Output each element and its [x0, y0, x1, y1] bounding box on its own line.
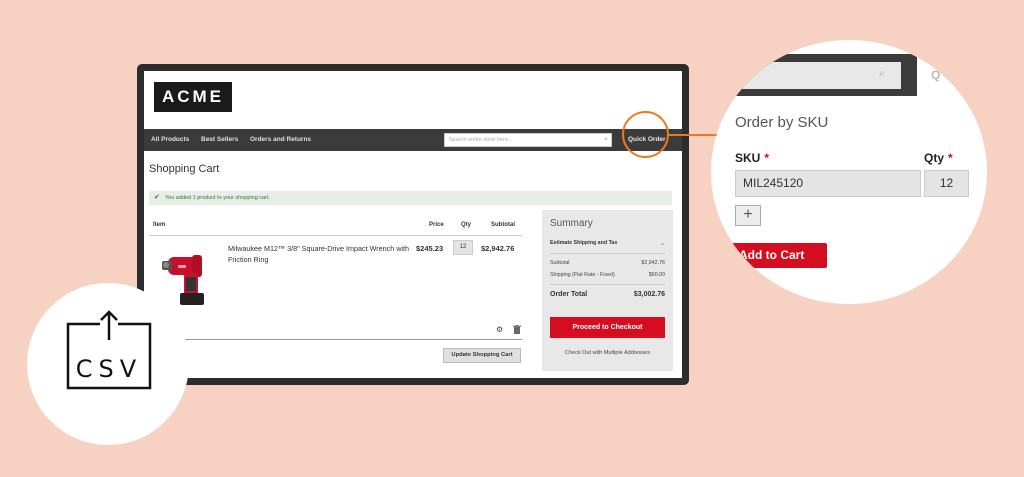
- search-input[interactable]: Search entire store here... ⌕: [444, 133, 612, 147]
- search-icon[interactable]: ⌕: [604, 134, 608, 146]
- summary-subtotal-row: Subtotal $2,942.76: [550, 260, 665, 266]
- order-total-row: Order Total $3,002.76: [550, 291, 665, 298]
- add-to-cart-button[interactable]: Add to Cart: [717, 243, 827, 268]
- product-image[interactable]: [162, 243, 210, 309]
- column-header-price: Price: [429, 222, 444, 228]
- order-summary: Summary Estimate Shipping and Tax ⌄ Subt…: [542, 210, 673, 371]
- shipping-label: Shipping (Flat Rate - Fixed): [550, 272, 615, 278]
- update-cart-button[interactable]: Update Shopping Cart: [443, 348, 521, 363]
- success-message-text: You added 1 product to your shopping car…: [165, 195, 270, 201]
- product-price: $245.23: [416, 244, 444, 253]
- column-header-subtotal: Subtotal: [491, 222, 515, 228]
- nav-orders-returns[interactable]: Orders and Returns: [250, 129, 311, 151]
- nav-all-products[interactable]: All Products: [151, 129, 189, 151]
- csv-upload-icon: CSV: [66, 310, 152, 390]
- required-mark: *: [764, 151, 770, 165]
- main-navigation: All Products Best Sellers Orders and Ret…: [144, 129, 682, 151]
- product-name-link[interactable]: Milwaukee M12™ 3/8" Square-Drive Impact …: [228, 243, 413, 265]
- header-divider: [149, 235, 522, 236]
- plus-icon: +: [743, 206, 753, 223]
- sku-label: SKU *: [735, 151, 769, 165]
- highlight-ring: [622, 111, 669, 158]
- trash-icon[interactable]: [513, 325, 521, 334]
- qty-label: Qty *: [924, 151, 953, 165]
- csv-badge: CSV: [27, 283, 189, 445]
- column-header-item: Item: [153, 222, 166, 228]
- store-page: ACME All Products Best Sellers Orders an…: [144, 71, 682, 378]
- cart-divider: [149, 339, 522, 340]
- page-title: Shopping Cart: [149, 163, 220, 175]
- multiple-addresses-link[interactable]: Check Out with Multiple Addresses: [542, 350, 673, 356]
- add-row-button[interactable]: +: [735, 205, 761, 226]
- qty-label-text: Qty: [924, 151, 945, 165]
- order-total-value: $3,002.76: [633, 291, 665, 298]
- column-header-qty: Qty: [461, 222, 472, 228]
- zoom-search-input[interactable]: [711, 62, 901, 89]
- summary-shipping-row: Shipping (Flat Rate - Fixed) $60.00: [550, 272, 665, 278]
- summary-title: Summary: [550, 218, 593, 229]
- check-icon: ✔: [154, 194, 160, 201]
- gear-icon[interactable]: ⚙: [496, 325, 503, 334]
- search-icon[interactable]: ⌕: [879, 68, 885, 79]
- success-message: ✔ You added 1 product to your shopping c…: [149, 191, 672, 205]
- sku-label-text: SKU: [735, 151, 761, 165]
- quick-order-zoom: ⌕ Q Order by SKU SKU * Qty * MIL245120 12 …: [711, 40, 987, 304]
- summary-divider: [550, 253, 665, 254]
- order-total-label: Order Total: [550, 291, 588, 298]
- chevron-down-icon[interactable]: ⌄: [660, 240, 665, 247]
- estimate-shipping-toggle[interactable]: Estimate Shipping and Tax: [550, 240, 617, 246]
- zoom-quick-order-link[interactable]: Q: [931, 68, 940, 82]
- proceed-to-checkout-button[interactable]: Proceed to Checkout: [550, 317, 665, 338]
- qty-input[interactable]: 12: [924, 170, 969, 197]
- browser-window: ACME All Products Best Sellers Orders an…: [137, 64, 689, 385]
- store-logo[interactable]: ACME: [154, 82, 232, 112]
- subtotal-label: Subtotal: [550, 260, 570, 266]
- order-by-sku-title: Order by SKU: [735, 114, 829, 131]
- sku-input[interactable]: MIL245120: [735, 170, 921, 197]
- product-subtotal: $2,942.76: [481, 244, 515, 253]
- shipping-value: $60.00: [648, 272, 665, 278]
- search-placeholder: Search entire store here...: [449, 137, 513, 143]
- csv-label: CSV: [76, 355, 142, 383]
- cart-qty-input[interactable]: 12: [453, 240, 473, 255]
- summary-divider: [550, 284, 665, 285]
- required-mark: *: [948, 151, 953, 165]
- subtotal-value: $2,942.76: [641, 260, 665, 266]
- nav-best-sellers[interactable]: Best Sellers: [201, 129, 238, 151]
